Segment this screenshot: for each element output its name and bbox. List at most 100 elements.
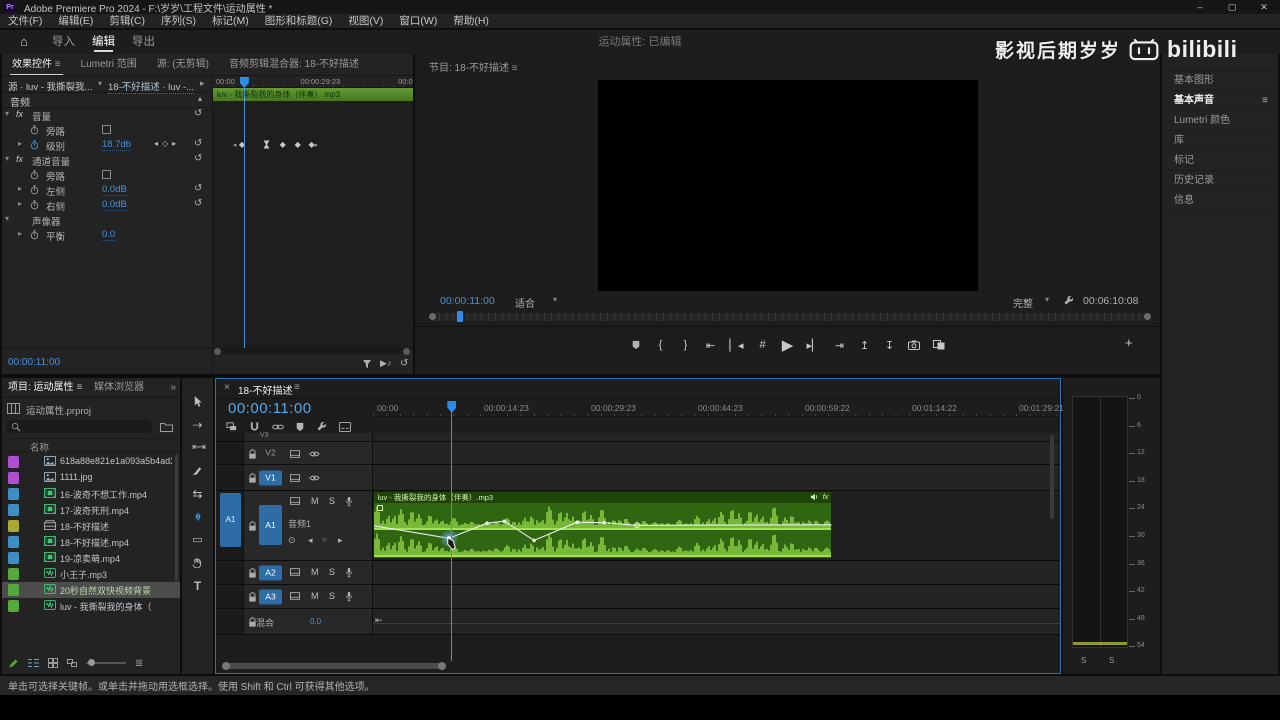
track-content-V3[interactable] <box>373 433 1060 441</box>
track-content-A3[interactable] <box>373 585 1060 608</box>
sync-lock-icon[interactable] <box>290 450 300 458</box>
program-timecode[interactable]: 00:00:11:00 <box>440 295 495 307</box>
param-value[interactable]: 0.0dB <box>102 199 127 211</box>
collapse-icon[interactable]: ▴ <box>198 94 202 103</box>
mute-button[interactable]: M <box>311 591 319 601</box>
keyframe-icon[interactable]: ◆ <box>295 140 301 149</box>
sync-lock-icon[interactable] <box>290 568 300 576</box>
panel-menu-icon[interactable]: ≡ <box>77 382 83 393</box>
label-color-chip[interactable] <box>8 504 19 516</box>
menu-item-标记(M)[interactable]: 标记(M) <box>204 14 257 29</box>
param-value[interactable]: 0.0dB <box>102 184 127 196</box>
track-target-V2[interactable]: V2 <box>259 446 282 461</box>
scrubber-start-handle[interactable] <box>429 313 436 320</box>
go-to-out-icon[interactable]: ⇥ <box>833 339 845 352</box>
new-item-icon[interactable]: ≣ <box>135 658 143 669</box>
track-content-混合[interactable]: ⇤ <box>373 609 1060 634</box>
sync-lock-icon[interactable] <box>290 592 300 600</box>
panel-menu-icon[interactable]: ≡ <box>1262 91 1268 111</box>
twirl-icon[interactable]: ▾ <box>5 154 9 163</box>
lock-icon[interactable] <box>248 568 257 579</box>
program-video-frame[interactable] <box>598 80 978 291</box>
razor-tool[interactable] <box>182 459 213 482</box>
audio-clip[interactable]: luv - 我撕裂我的身体（伴奏）.mp3fx <box>374 492 832 558</box>
step-back-icon[interactable]: ▏◂ <box>730 339 744 352</box>
audio-section-header[interactable]: 音频 ▴ <box>2 93 212 108</box>
nest-icon[interactable] <box>226 421 237 432</box>
scrubber-end-handle[interactable] <box>1144 313 1151 320</box>
slip-tool[interactable]: ⇆ <box>182 482 213 505</box>
solo-button[interactable]: S <box>329 496 335 506</box>
play-around-icon[interactable]: # <box>757 339 769 351</box>
lock-icon[interactable] <box>248 473 257 484</box>
project-item[interactable]: 19-凉卖萌.mp4 <box>2 550 180 566</box>
source-patch-a1[interactable]: A1 <box>220 493 241 547</box>
right-panel-item-库[interactable]: 库 <box>1162 131 1278 151</box>
previous-keyframe-icon[interactable]: ◂ <box>308 535 313 546</box>
project-item[interactable]: 18-不好描述 <box>2 518 180 534</box>
show-timeline-view-icon[interactable]: ▸ <box>200 78 205 89</box>
voiceover-mic-icon[interactable] <box>345 496 353 507</box>
hand-tool[interactable] <box>182 551 213 574</box>
menu-item-文件(F)[interactable]: 文件(F) <box>0 14 50 29</box>
effect-panel-timecode[interactable]: 00:00:11:00 <box>8 357 60 368</box>
keyframe-icon[interactable]: ◂ <box>233 140 237 149</box>
lock-icon[interactable] <box>248 449 257 460</box>
label-color-chip[interactable] <box>8 584 19 596</box>
menu-item-编辑(E)[interactable]: 编辑(E) <box>50 14 101 29</box>
solo-left-button[interactable]: S <box>1081 656 1086 665</box>
project-item[interactable]: luv - 我撕裂我的身体（ <box>2 598 180 614</box>
comparison-view-icon[interactable] <box>933 340 945 350</box>
timeline-ruler[interactable]: 00:0000:00:14:2300:00:29:2300:00:44:2300… <box>373 401 1060 417</box>
track-output-eye-icon[interactable] <box>309 450 320 458</box>
master-volume-value[interactable]: 0.0 <box>310 617 321 626</box>
menu-item-剪辑(C)[interactable]: 剪辑(C) <box>101 14 153 29</box>
label-color-chip[interactable] <box>8 520 19 532</box>
bypass-checkbox[interactable] <box>102 170 111 179</box>
mark-in-icon[interactable]: { <box>655 339 667 351</box>
lock-icon[interactable] <box>248 521 257 532</box>
twirl-icon[interactable]: ▸ <box>18 199 22 208</box>
export-frame-icon[interactable] <box>908 340 920 350</box>
right-panel-item-基本声音[interactable]: 基本声音≡ <box>1162 91 1278 111</box>
project-search-box[interactable] <box>6 420 152 433</box>
tab-overflow-icon[interactable]: » <box>170 378 176 398</box>
stopwatch-icon[interactable] <box>30 170 39 180</box>
stopwatch-icon[interactable] <box>30 230 39 240</box>
right-panel-item-信息[interactable]: 信息 <box>1162 191 1278 211</box>
param-value[interactable]: 18.7db <box>102 139 131 151</box>
program-playhead[interactable] <box>457 311 463 322</box>
sync-lock-icon[interactable] <box>290 474 300 482</box>
program-scrubber[interactable] <box>432 313 1148 321</box>
thumbnail-zoom-slider[interactable] <box>86 662 126 664</box>
volume-rubber-band[interactable] <box>374 492 832 558</box>
voiceover-mic-icon[interactable] <box>345 591 353 602</box>
sequence-clip-selector[interactable]: 18-不好描述 · luv -... <box>108 79 194 94</box>
keyframe-icon[interactable] <box>263 140 270 149</box>
fx-badge-icon[interactable]: fx <box>16 154 23 164</box>
zoom-level-select[interactable]: 适合 <box>515 295 535 310</box>
lock-icon[interactable] <box>248 592 257 603</box>
add-marker-icon[interactable] <box>630 340 642 350</box>
track-content-V1[interactable] <box>373 465 1060 490</box>
project-item[interactable]: 618a88e821e1a093a5b4ad3 <box>2 454 180 470</box>
project-scrollbar[interactable] <box>175 454 178 582</box>
type-tool[interactable]: T <box>182 574 213 597</box>
sync-lock-icon[interactable] <box>290 497 300 505</box>
project-search-input[interactable] <box>24 420 148 433</box>
timeline-timecode[interactable]: 00:00:11:00 <box>228 400 312 417</box>
captions-icon[interactable] <box>339 422 351 432</box>
twirl-icon[interactable]: ▸ <box>18 139 22 148</box>
track-target-A1[interactable]: A1 <box>259 505 282 545</box>
step-forward-icon[interactable]: ▸▏ <box>807 339 821 352</box>
solo-button[interactable]: S <box>329 567 335 577</box>
label-color-chip[interactable] <box>8 488 19 500</box>
project-item[interactable]: 小王子.mp3 <box>2 566 180 582</box>
tab-效果控件[interactable]: 效果控件 ≡ <box>2 54 71 76</box>
track-target-A3[interactable]: A3 <box>259 589 282 604</box>
track-content-A2[interactable] <box>373 561 1060 584</box>
play-audio-icon[interactable]: ▶♪ <box>380 358 391 369</box>
track-target-A2[interactable]: A2 <box>259 565 282 580</box>
timeline-horizontal-scrollbar[interactable] <box>224 663 444 669</box>
twirl-icon[interactable]: ▸ <box>18 184 22 193</box>
